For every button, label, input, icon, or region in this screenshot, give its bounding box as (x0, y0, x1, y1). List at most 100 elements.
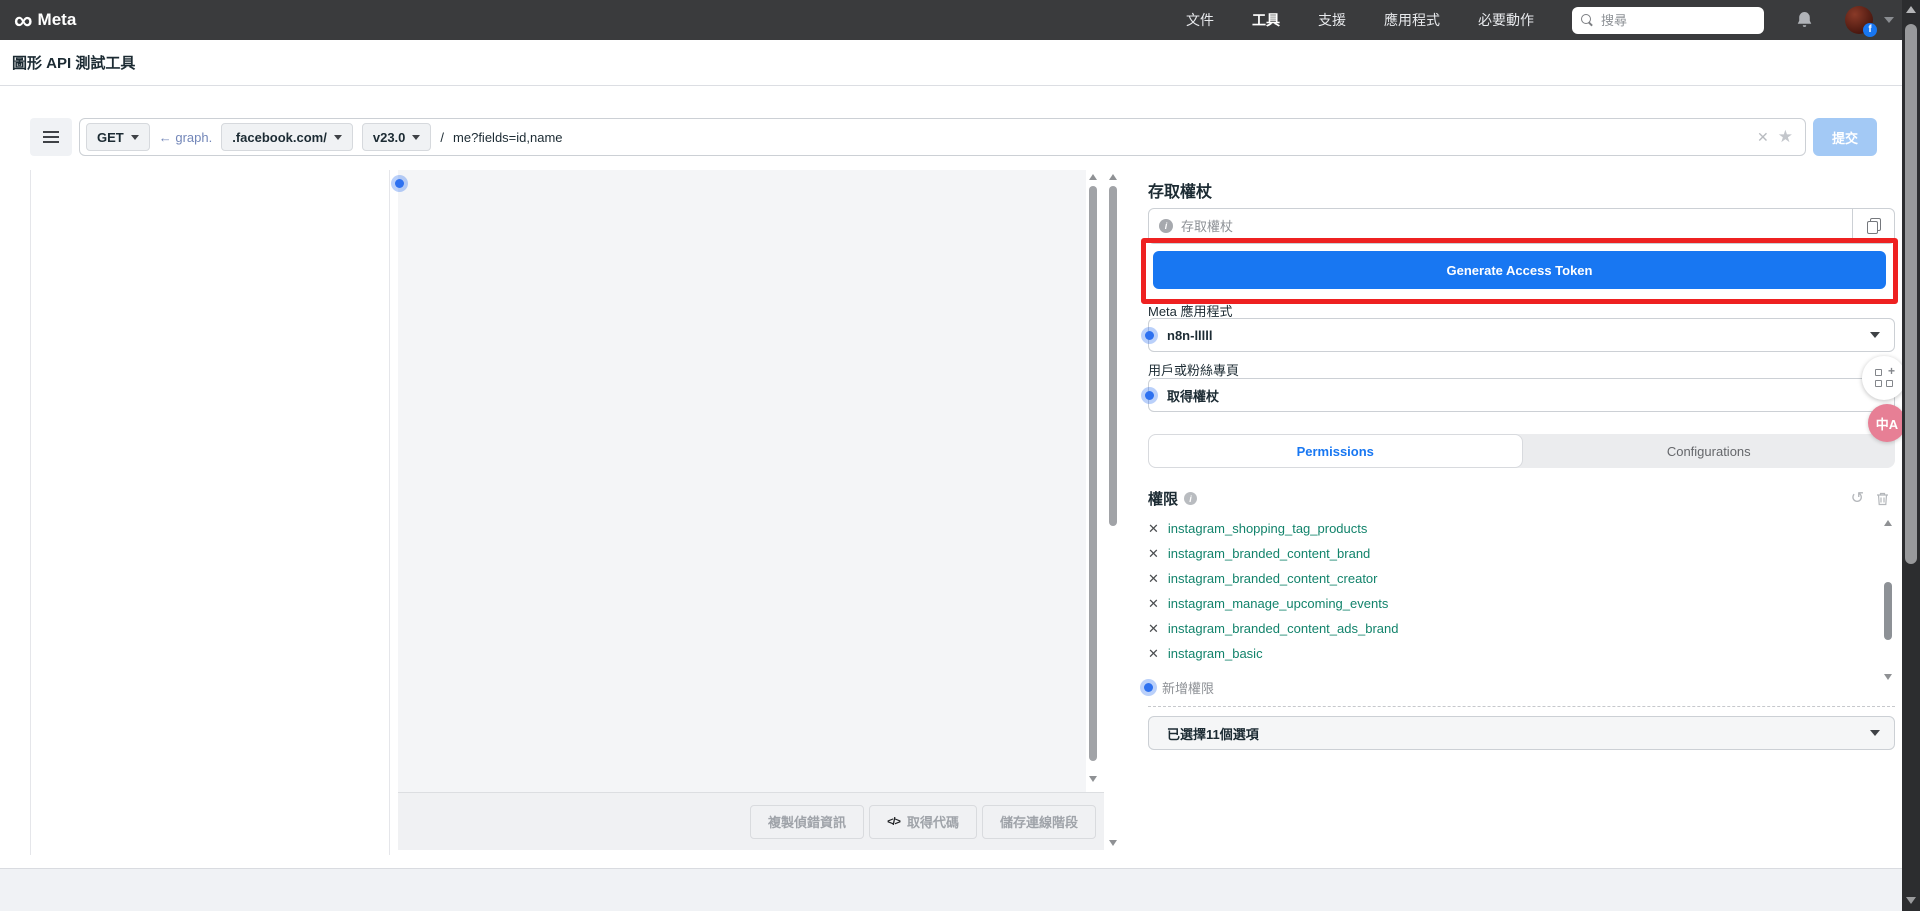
remove-permission-icon[interactable]: ✕ (1148, 572, 1159, 585)
request-path-field[interactable]: me?fields=id,name (453, 130, 562, 145)
selected-permissions-dropdown[interactable]: 已選擇11個選項 (1148, 716, 1895, 750)
nav-item-apps[interactable]: 應用程式 (1384, 10, 1440, 30)
chevron-down-icon (412, 134, 421, 140)
clear-icon[interactable]: ✕ (1757, 129, 1769, 146)
nav-item-support[interactable]: 支援 (1318, 10, 1346, 30)
method-value: GET (97, 129, 124, 145)
nav-item-tools[interactable]: 工具 (1252, 10, 1280, 30)
copy-debug-info-label: 複製偵錯資訊 (768, 815, 847, 830)
response-scrollbar[interactable] (1086, 170, 1100, 792)
version-dropdown[interactable]: v23.0 (361, 123, 432, 151)
profile-avatar[interactable]: f (1845, 6, 1877, 37)
permissions-scrollbar-thumb[interactable] (1884, 582, 1892, 640)
meta-app-dropdown[interactable]: n8n-lllll (1145, 318, 1895, 352)
page-scrollbar[interactable] (1902, 0, 1920, 911)
dashed-divider (1148, 706, 1895, 707)
request-bar: GET ← graph. .facebook.com/ v23.0 / me?f… (30, 118, 1877, 156)
add-permission-link[interactable]: 新增權限 (1144, 678, 1895, 697)
permission-name: instagram_branded_content_brand (1167, 546, 1371, 561)
save-session-label: 儲存連線階段 (999, 815, 1078, 830)
method-dropdown[interactable]: GET (86, 123, 150, 151)
permission-name: instagram_branded_content_creator (1167, 571, 1378, 586)
permission-row: ✕ instagram_manage_upcoming_events (1148, 591, 1895, 616)
nav-item-required-actions[interactable]: 必要動作 (1478, 10, 1534, 30)
star-icon[interactable]: ★ (1778, 127, 1793, 147)
meta-app-value: n8n-lllll (1167, 327, 1213, 343)
undo-icon[interactable]: ↺ (1851, 490, 1864, 507)
page-scrollbar-thumb[interactable] (1905, 24, 1917, 564)
tab-permissions[interactable]: Permissions (1148, 434, 1523, 468)
panel-scrollbar-thumb[interactable] (1109, 186, 1117, 526)
copy-icon (1866, 218, 1881, 234)
meta-infinity-icon: ∞ (14, 4, 33, 35)
translate-marker-dot-icon (1145, 391, 1154, 400)
copy-token-button[interactable] (1852, 209, 1894, 243)
permissions-tabs: Permissions Configurations (1148, 434, 1895, 468)
response-footer: 複製偵錯資訊 </> 取得代碼 儲存連線階段 (398, 792, 1104, 850)
generate-access-token-button[interactable]: Generate Access Token (1153, 251, 1886, 289)
access-token-input[interactable] (1181, 218, 1842, 234)
facebook-badge-icon: f (1863, 23, 1877, 37)
access-token-input-group: i (1148, 208, 1895, 244)
panel-scrollbar[interactable] (1106, 170, 1120, 852)
navbar-menu: 文件 工具 支援 應用程式 必要動作 (1186, 10, 1534, 30)
fields-panel (30, 170, 390, 855)
scroll-up-arrow-icon[interactable] (1884, 520, 1892, 526)
nav-item-docs[interactable]: 文件 (1186, 10, 1214, 30)
permission-row: ✕ instagram_branded_content_ads_brand (1148, 616, 1895, 641)
remove-permission-icon[interactable]: ✕ (1148, 522, 1159, 535)
remove-permission-icon[interactable]: ✕ (1148, 597, 1159, 610)
scroll-down-arrow-icon[interactable] (1109, 840, 1117, 846)
translate-widget[interactable]: 中A (1868, 404, 1906, 442)
tab-configurations[interactable]: Configurations (1523, 434, 1896, 468)
trash-icon[interactable] (1876, 492, 1889, 506)
search-input[interactable] (1601, 12, 1755, 28)
user-token-value: 取得權杖 (1167, 388, 1220, 404)
version-value: v23.0 (372, 129, 406, 145)
scroll-down-arrow-icon[interactable] (1089, 776, 1097, 782)
scroll-up-arrow-icon[interactable] (1906, 6, 1916, 13)
bell-icon (1797, 12, 1812, 27)
response-scrollbar-thumb[interactable] (1089, 186, 1097, 761)
translate-marker-dot-icon (1144, 683, 1153, 692)
extension-apps-widget[interactable]: + (1862, 356, 1906, 400)
remove-permission-icon[interactable]: ✕ (1148, 622, 1159, 635)
navbar-search[interactable] (1572, 6, 1764, 34)
permission-name: instagram_basic (1167, 646, 1263, 661)
user-or-page-label: 用戶或粉絲專頁 (1148, 363, 1240, 378)
permission-row: ✕ instagram_branded_content_creator (1148, 566, 1895, 591)
chevron-down-icon (130, 134, 139, 140)
permissions-list: ✕ instagram_shopping_tag_products ✕ inst… (1148, 516, 1895, 666)
permissions-header: 權限 i ↺ (1148, 488, 1895, 509)
scroll-up-arrow-icon[interactable] (1109, 174, 1117, 180)
permission-name: instagram_branded_content_ads_brand (1167, 621, 1399, 636)
translate-icon: 中A (1875, 416, 1899, 432)
copy-debug-info-button[interactable]: 複製偵錯資訊 (750, 804, 865, 839)
access-token-field-wrap: i (1149, 209, 1852, 243)
save-session-button[interactable]: 儲存連線階段 (981, 804, 1096, 839)
meta-logo[interactable]: ∞ Meta (14, 4, 77, 35)
permissions-heading: 權限 (1148, 491, 1179, 508)
profile-chevron-down-icon[interactable] (1884, 17, 1894, 23)
notifications-button[interactable] (1796, 11, 1813, 29)
graph-host-link[interactable]: ← graph. (159, 130, 212, 145)
menu-button[interactable] (30, 118, 72, 156)
host-value: .facebook.com/ (232, 129, 327, 145)
submit-button[interactable]: 提交 (1813, 118, 1877, 156)
permission-name: instagram_manage_upcoming_events (1167, 596, 1389, 611)
apps-grid-icon: + (1875, 364, 1895, 387)
remove-permission-icon[interactable]: ✕ (1148, 647, 1159, 660)
host-dropdown[interactable]: .facebook.com/ (221, 123, 353, 151)
user-token-dropdown[interactable]: 取得權杖 (1145, 378, 1895, 412)
permissions-scrollbar[interactable] (1882, 520, 1894, 680)
brand-label: Meta (37, 9, 77, 29)
page-title: 圖形 API 測試工具 (12, 55, 136, 72)
remove-permission-icon[interactable]: ✕ (1148, 547, 1159, 560)
scroll-up-arrow-icon[interactable] (1089, 174, 1097, 180)
scroll-down-arrow-icon[interactable] (1906, 897, 1916, 904)
permission-row: ✕ instagram_basic (1148, 641, 1895, 666)
top-navbar: ∞ Meta 文件 工具 支援 應用程式 必要動作 f (0, 0, 1920, 40)
permission-name: instagram_shopping_tag_products (1167, 521, 1368, 536)
access-token-panel: 存取權杖 i Generate Access Token Meta 應用程式 n… (1144, 170, 1895, 810)
get-code-button[interactable]: </> 取得代碼 (869, 804, 977, 839)
